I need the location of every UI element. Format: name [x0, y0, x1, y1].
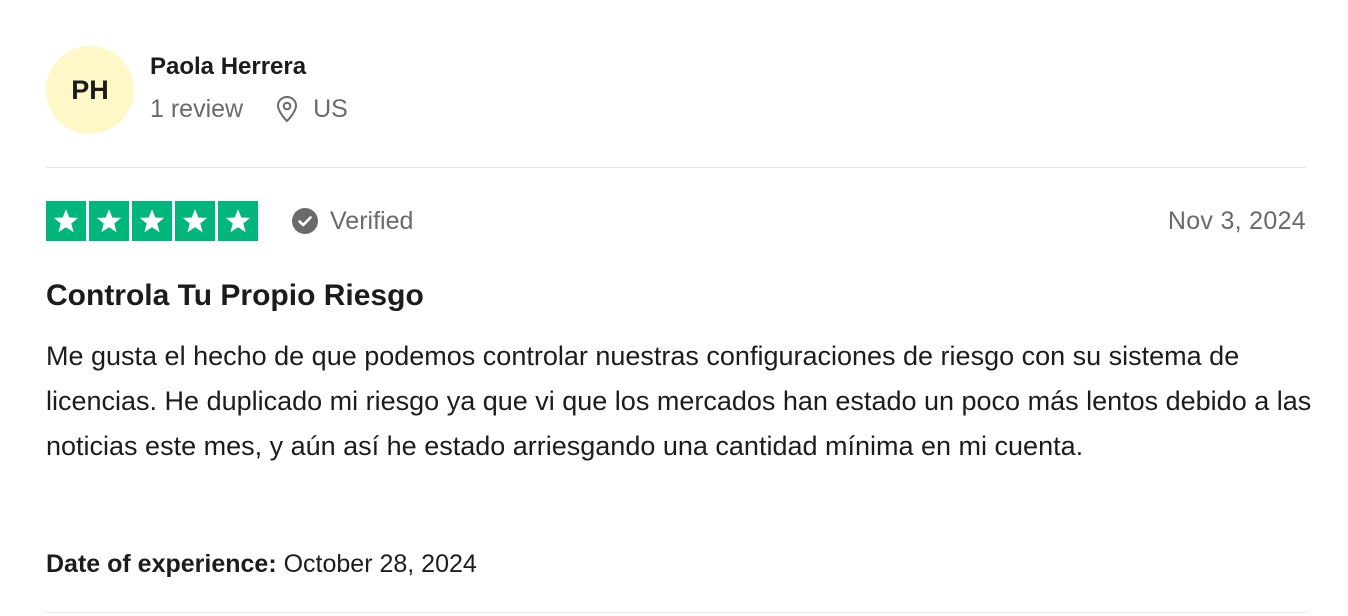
review-title[interactable]: Controla Tu Propio Riesgo: [46, 276, 424, 316]
review-card: PH Paola Herrera 1 review US Verified No…: [0, 0, 1348, 616]
star-icon: [132, 201, 172, 241]
location-pin-icon: [275, 95, 299, 123]
review-body: Me gusta el hecho de que podemos control…: [46, 341, 1312, 461]
reviewer-name[interactable]: Paola Herrera: [150, 51, 348, 83]
divider: [46, 612, 1306, 613]
divider: [46, 167, 1306, 168]
verified-label: Verified: [330, 206, 414, 235]
date-of-experience: Date of experience: October 28, 2024: [46, 546, 477, 582]
star-icon: [46, 201, 86, 241]
review-count: 1 review: [150, 95, 244, 123]
experience-date: October 28, 2024: [283, 550, 477, 578]
experience-label: Date of experience:: [46, 550, 277, 578]
reviewer-section: PH Paola Herrera 1 review US: [46, 46, 348, 134]
reviewer-country: US: [313, 95, 348, 123]
rating-row: Verified Nov 3, 2024: [46, 200, 1306, 242]
reviewer-info: Paola Herrera 1 review US: [150, 51, 348, 125]
star-icon: [89, 201, 129, 241]
check-circle-icon: [291, 207, 319, 235]
review-date: Nov 3, 2024: [1167, 206, 1306, 235]
verified-badge[interactable]: Verified: [291, 207, 413, 236]
star-icon: [218, 201, 258, 241]
avatar[interactable]: PH: [46, 46, 134, 134]
star-rating: [46, 201, 258, 241]
avatar-initials: PH: [71, 74, 109, 105]
star-icon: [175, 201, 215, 241]
reviewer-meta: 1 review US: [150, 93, 348, 125]
